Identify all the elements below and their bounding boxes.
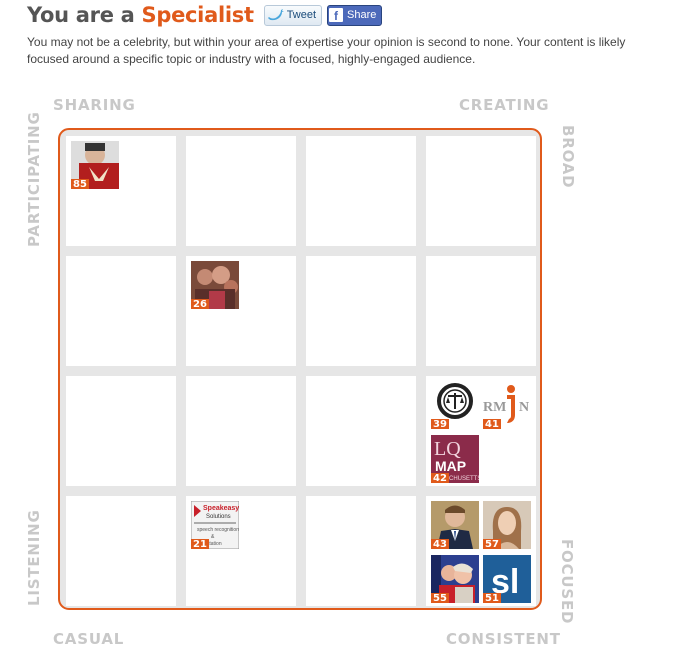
page-title-type: Specialist [141,3,254,27]
axis-label-listening: LISTENING [25,509,43,606]
influence-score: 41 [483,419,501,429]
influence-score: 26 [191,299,209,309]
influencer-avatar[interactable]: 55 [431,555,479,603]
influence-matrix: 85 26 39 RM N 41 LQ MAP ACHUSETTS 42 Spe… [58,128,542,610]
influencer-avatar[interactable]: 39 [431,381,479,429]
influence-score: 21 [191,539,209,549]
svg-text:N: N [519,400,529,415]
svg-text:LQ: LQ [434,438,461,460]
facebook-icon: f [329,8,344,22]
tweet-button[interactable]: Tweet [263,4,323,26]
influence-score: 57 [483,539,501,549]
influencer-avatar[interactable]: RM N 41 [483,381,531,429]
type-description: You may not be a celebrity, but within y… [27,35,626,66]
influence-score: 43 [431,539,449,549]
matrix-cell [66,376,176,486]
influencer-avatar[interactable]: 57 [483,501,531,549]
influencer-avatar[interactable]: Speakeasy Solutions speech recognition &… [191,501,239,549]
tweet-label: Tweet [286,9,317,21]
svg-text:speech recognition: speech recognition [197,527,239,533]
matrix-cell [186,136,296,246]
matrix-cell [426,256,536,366]
matrix-cell [426,136,536,246]
page-title-prefix: You are a [27,3,135,27]
matrix-cell [66,496,176,606]
twitter-bird-icon [267,9,284,21]
axis-label-consistent: CONSISTENT [446,630,561,648]
svg-text:ACHUSETTS: ACHUSETTS [445,476,479,482]
axis-label-focused: FOCUSED [558,539,576,625]
axis-label-sharing: SHARING [53,96,136,114]
influence-score: 42 [431,473,449,483]
share-label: Share [347,9,377,21]
svg-text:RM: RM [483,400,506,415]
influencer-avatar[interactable]: LQ MAP ACHUSETTS 42 [431,435,479,483]
influencer-avatar[interactable]: 26 [191,261,239,309]
svg-text:Speakeasy: Speakeasy [203,505,239,512]
matrix-cell [186,376,296,486]
svg-text:MAP: MAP [435,458,466,474]
share-button[interactable]: f Share [327,4,383,26]
influence-score: 55 [431,593,449,603]
svg-text:Solutions: Solutions [206,514,231,520]
matrix-cell [306,136,416,246]
header: You are a Specialist Tweet f Share [27,2,383,28]
axis-label-broad: BROAD [559,125,577,189]
influencer-avatar[interactable]: sl 51 [483,555,531,603]
matrix-cell [306,256,416,366]
influencer-avatar[interactable]: 85 [71,141,119,189]
axis-label-casual: CASUAL [53,630,125,648]
axis-label-participating: PARTICIPATING [25,111,43,247]
axis-label-creating: CREATING [459,96,550,114]
influencer-avatar[interactable]: 43 [431,501,479,549]
matrix-cell [66,256,176,366]
influence-score: 39 [431,419,449,429]
matrix-cell [306,376,416,486]
influence-score: 51 [483,593,501,603]
influence-score: 85 [71,179,89,189]
matrix-cell [306,496,416,606]
